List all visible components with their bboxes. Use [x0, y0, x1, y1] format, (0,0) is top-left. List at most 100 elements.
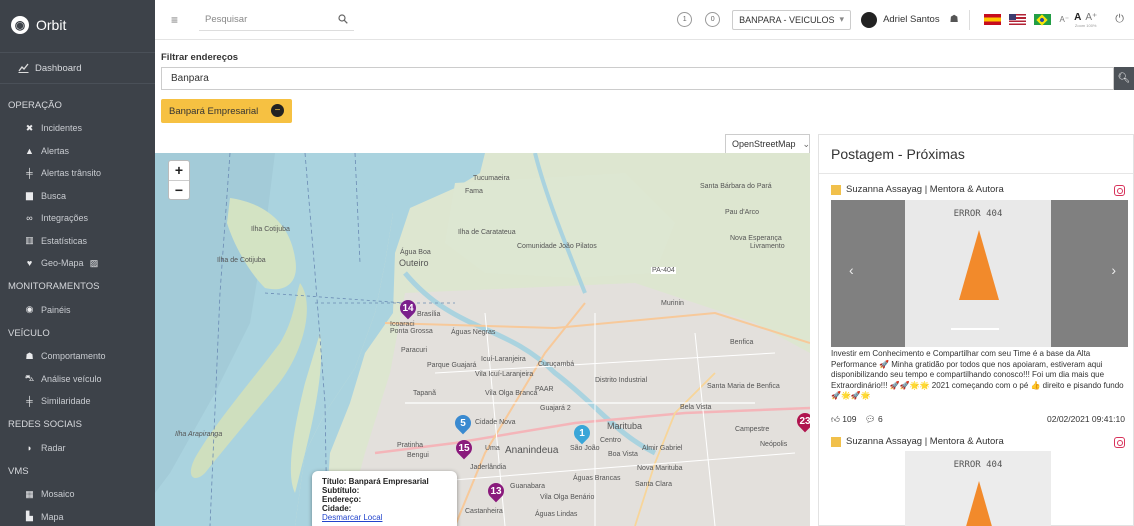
map-layer-value: OpenStreetMap [732, 139, 796, 149]
user-avatar-icon[interactable] [861, 11, 878, 28]
map-label: Livramento [750, 243, 785, 250]
orbit-logo-icon: ◉ [11, 16, 29, 34]
map-label: Castanheira [465, 508, 503, 515]
map-marker-23[interactable]: 23 [793, 409, 810, 435]
map-label: Santa Clara [635, 481, 672, 488]
sidebar-item-radar[interactable]: ◗ Radar [0, 437, 155, 460]
sidebar-item-label: Mapa [41, 511, 64, 522]
map-zoom-control: + − [168, 160, 190, 200]
font-increase-button[interactable]: A⁺ [1085, 12, 1097, 23]
carousel-next-icon[interactable]: › [1111, 262, 1116, 278]
author-avatar-icon [831, 436, 841, 447]
map[interactable]: + − Ilha Cotijuba Ilha de Cotijuba Tucum… [155, 153, 810, 526]
map-marker-1[interactable]: 1 [570, 421, 594, 447]
sidebar-item-alertas-transito[interactable]: ╪ Alertas trânsito [0, 162, 155, 185]
image-error-text: ERROR 404 [953, 209, 1003, 219]
sidebar-item-label: Incidentes [41, 123, 83, 134]
sidebar-item-label: Similaridade [41, 396, 91, 407]
marker-count: 15 [458, 442, 470, 454]
map-label: Neópolis [760, 441, 788, 448]
like-icon: 👍︎ [831, 414, 840, 424]
sidebar-item-label: Alertas [41, 145, 70, 156]
post-image-carousel[interactable]: ERROR 404 ‹ › [831, 200, 1128, 347]
address-search-button[interactable]: 🔍︎ [1114, 67, 1134, 90]
instagram-icon[interactable] [1114, 185, 1125, 196]
road-icon: ╪ [26, 396, 33, 407]
sidebar-item-alertas[interactable]: ▲ Alertas [0, 140, 155, 163]
map-label: Pratinha [397, 442, 424, 449]
sidebar-item-dashboard[interactable]: Dashboard [0, 52, 155, 84]
menu-icon[interactable]: ≡ [171, 13, 185, 27]
notification-badge[interactable]: 1 [677, 12, 693, 27]
popup-city-label: Cidade: [322, 504, 352, 513]
remove-icon[interactable]: − [271, 104, 284, 117]
flag-us-icon[interactable] [1008, 14, 1026, 25]
sidebar-item-paineis[interactable]: ◉ Painéis [0, 299, 155, 322]
map-label: Parque Guajará [427, 362, 477, 369]
flag-es-icon[interactable] [983, 14, 1001, 25]
sidebar-item-incidentes[interactable]: ✖ Incidentes [0, 117, 155, 140]
sidebar-item-geo-mapa[interactable]: ♥ Geo-Mapa ▨ [0, 252, 155, 275]
zoom-in-button[interactable]: + [169, 161, 189, 181]
popup-title-label: Título: [322, 477, 347, 486]
message-badge[interactable]: 0 [705, 12, 721, 27]
likes-count: 109 [842, 414, 857, 424]
carousel-indicator[interactable] [951, 328, 999, 330]
map-marker-13[interactable]: 13 [484, 479, 508, 505]
address-filter-input[interactable]: Banpara [161, 67, 1114, 90]
flag-br-icon[interactable] [1033, 13, 1051, 26]
map-label: Campestre [735, 426, 770, 433]
sidebar-item-analise-veiculo[interactable]: ⛍ Análise veículo [0, 368, 155, 391]
map-label: Centro [600, 437, 622, 444]
map-label: Icuí-Laranjeira [481, 356, 526, 363]
map-icon: ▙ [26, 511, 33, 522]
brand[interactable]: ◉ Orbit [0, 0, 155, 50]
user-name[interactable]: Adriel Santos [883, 14, 940, 25]
map-marker-5[interactable]: 5 [451, 411, 475, 437]
map-label: Águas Brancas [573, 475, 621, 482]
sidebar-item-busca[interactable]: ▆ Busca [0, 185, 155, 208]
power-icon[interactable]: ⏻ [1115, 13, 1124, 26]
post-author[interactable]: Suzanna Assayag | Mentora & Autora [831, 184, 1004, 195]
file-icon: ▆ [26, 190, 33, 201]
cone-image-icon [959, 481, 999, 526]
map-label: Vila Olga Benário [540, 494, 595, 501]
unmark-location-link[interactable]: Desmarcar Local [322, 513, 447, 522]
font-decrease-button[interactable]: A⁻ [1060, 15, 1070, 24]
map-label: Ponta Grossa [390, 328, 433, 335]
sidebar-item-label: Comportamento [41, 351, 106, 362]
panel-title: Postagem - Próximas [831, 146, 965, 162]
map-marker-15[interactable]: 15 [452, 436, 476, 462]
sidebar-item-mapa[interactable]: ▙ Mapa [0, 506, 155, 526]
users-group-icon[interactable]: ☗ [950, 14, 959, 25]
carousel-prev-icon[interactable]: ‹ [849, 262, 854, 278]
map-marker-14[interactable]: 14 [396, 296, 420, 322]
sidebar-section-vms: VMS [8, 465, 29, 477]
sidebar-item-mosaico[interactable]: ▦ Mosaico [0, 483, 155, 506]
mosaic-icon: ▦ [25, 488, 34, 499]
bar-chart-icon: ▥ [25, 235, 34, 246]
post-author-name: Suzanna Assayag | Mentora & Autora [846, 184, 1004, 195]
sidebar-item-comportamento[interactable]: ☗ Comportamento [0, 345, 155, 368]
map-pin-icon: ♥ [26, 258, 33, 269]
map-label: Santa Bárbara do Pará [700, 183, 772, 190]
org-select[interactable]: BANPARA - VEICULOS ▾ [732, 9, 852, 30]
instagram-icon[interactable] [1114, 437, 1125, 448]
zoom-out-button[interactable]: − [169, 181, 189, 201]
filter-chip[interactable]: Banpará Empresarial − [161, 99, 292, 123]
map-layer-select[interactable]: OpenStreetMap ⌄ [725, 134, 810, 154]
search-input[interactable]: Pesquisar [199, 9, 354, 31]
map-label: Águas Negras [451, 329, 496, 336]
post-image[interactable]: ERROR 404 [905, 451, 1051, 526]
map-label: Tapanã [413, 390, 436, 397]
marker-count: 5 [460, 417, 466, 429]
sidebar-item-estatisticas[interactable]: ▥ Estatísticas [0, 230, 155, 253]
sidebar-item-integracoes[interactable]: ∞ Integrações [0, 207, 155, 230]
post-author[interactable]: Suzanna Assayag | Mentora & Autora [831, 436, 1004, 447]
popup-subtitle-label: Subtítulo: [322, 486, 360, 495]
external-icon: ▨ [89, 257, 99, 268]
map-label: Murinin [661, 300, 684, 307]
sidebar-item-similaridade[interactable]: ╪ Similaridade [0, 390, 155, 413]
map-label: Águas Lindas [535, 511, 578, 518]
font-normal-button[interactable]: A [1074, 12, 1081, 23]
